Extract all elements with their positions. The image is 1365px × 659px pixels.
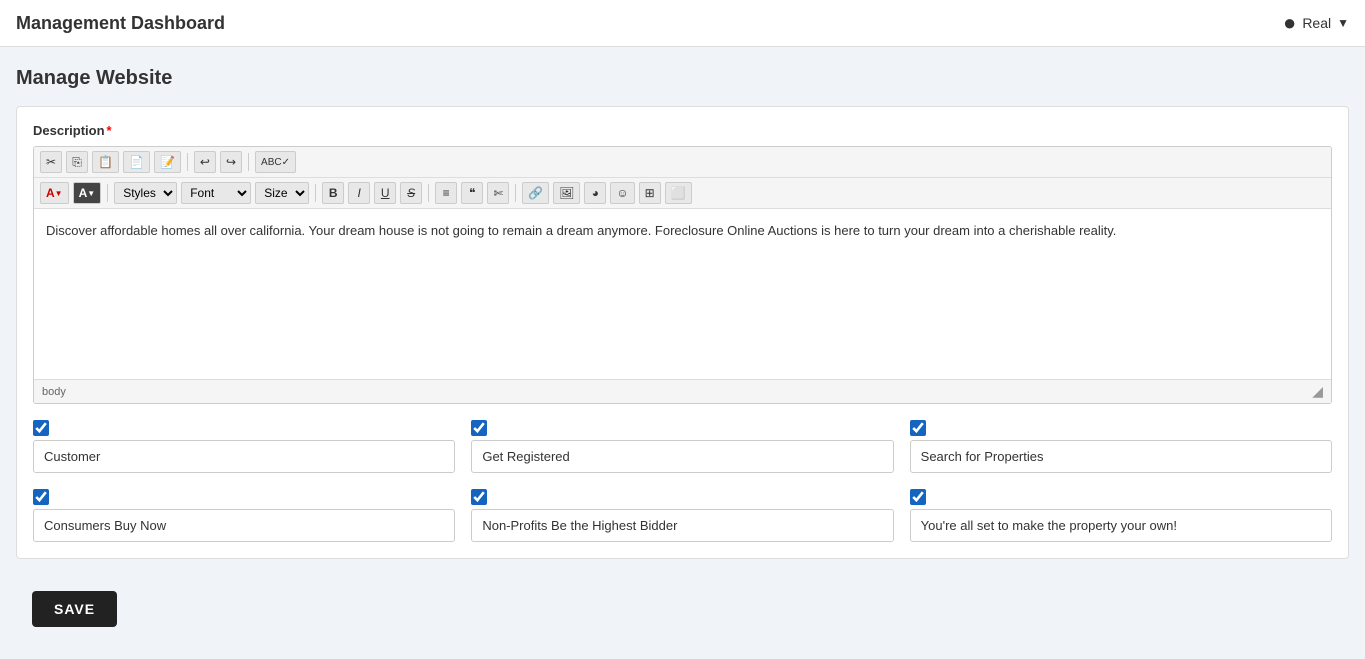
checkbox-row-1 bbox=[33, 420, 455, 436]
editor-toolbar-bottom: A▼ A▼ Styles Font Size B I U S ≡ bbox=[34, 178, 1331, 209]
media-button[interactable]: ◕ bbox=[584, 182, 606, 204]
checkbox-grid: Customer Get Registered Search for Prope… bbox=[33, 420, 1332, 542]
save-button[interactable]: SAVE bbox=[32, 591, 117, 627]
description-label: Description* bbox=[33, 123, 1332, 138]
required-indicator: * bbox=[107, 123, 112, 138]
checkbox-nonprofits[interactable] bbox=[471, 489, 487, 505]
checkbox-item-customer: Customer bbox=[33, 420, 455, 473]
rich-text-editor: ✂ ⎘ 📋 📄 📝 ↩ ↪ ABC✓ A▼ A▼ Styles bbox=[33, 146, 1332, 404]
checkbox-item-get-registered: Get Registered bbox=[471, 420, 893, 473]
editor-toolbar-top: ✂ ⎘ 📋 📄 📝 ↩ ↪ ABC✓ bbox=[34, 147, 1331, 178]
paste-plain-button[interactable]: 📝 bbox=[154, 151, 181, 173]
blockquote-button[interactable]: ❝ bbox=[461, 182, 483, 204]
strike-dollar-button[interactable]: ✄ bbox=[487, 182, 509, 204]
checkbox-row-6 bbox=[910, 489, 1332, 505]
styles-select[interactable]: Styles bbox=[114, 182, 177, 204]
checkbox-row-2 bbox=[471, 420, 893, 436]
checkbox-all-set[interactable] bbox=[910, 489, 926, 505]
editor-footer: body ◢ bbox=[34, 379, 1331, 403]
divider5 bbox=[428, 184, 429, 202]
font-color-button[interactable]: A▼ bbox=[40, 182, 69, 204]
bg-color-button[interactable]: A▼ bbox=[73, 182, 102, 204]
label-all-set: You're all set to make the property your… bbox=[910, 509, 1332, 542]
chevron-down-icon: ▼ bbox=[1337, 16, 1349, 30]
user-menu[interactable]: ● Real ▼ bbox=[1283, 10, 1349, 36]
redo-button[interactable]: ↪ bbox=[220, 151, 242, 173]
checkbox-item-search-properties: Search for Properties bbox=[910, 420, 1332, 473]
bold-button[interactable]: B bbox=[322, 182, 344, 204]
emoji-button[interactable]: ☺ bbox=[610, 182, 634, 204]
label-customer: Customer bbox=[33, 440, 455, 473]
checkbox-customer[interactable] bbox=[33, 420, 49, 436]
user-avatar-icon: ● bbox=[1283, 10, 1296, 36]
strikethrough-button[interactable]: S bbox=[400, 182, 422, 204]
editor-tag-indicator: body bbox=[42, 386, 66, 398]
link-button[interactable]: 🔗 bbox=[522, 182, 549, 204]
font-select[interactable]: Font bbox=[181, 182, 251, 204]
label-get-registered: Get Registered bbox=[471, 440, 893, 473]
checkbox-get-registered[interactable] bbox=[471, 420, 487, 436]
iframe-button[interactable]: ⬜ bbox=[665, 182, 692, 204]
paste-word-button[interactable]: 📄 bbox=[123, 151, 150, 173]
checkbox-item-consumers-buy: Consumers Buy Now bbox=[33, 489, 455, 542]
checkbox-row-5 bbox=[471, 489, 893, 505]
copy-button[interactable]: ⎘ bbox=[66, 151, 88, 173]
label-nonprofits: Non-Profits Be the Highest Bidder bbox=[471, 509, 893, 542]
label-search-properties: Search for Properties bbox=[910, 440, 1332, 473]
divider bbox=[187, 153, 188, 171]
app-title: Management Dashboard bbox=[16, 13, 225, 34]
description-card: Description* ✂ ⎘ 📋 📄 📝 ↩ ↪ ABC✓ A▼ A▼ bbox=[16, 106, 1349, 559]
checkbox-row-3 bbox=[910, 420, 1332, 436]
divider6 bbox=[515, 184, 516, 202]
table-button[interactable]: ⊞ bbox=[639, 182, 661, 204]
page-content: Manage Website Description* ✂ ⎘ 📋 📄 📝 ↩ … bbox=[0, 47, 1365, 659]
paste-button[interactable]: 📋 bbox=[92, 151, 119, 173]
cut-button[interactable]: ✂ bbox=[40, 151, 62, 173]
spellcheck-button[interactable]: ABC✓ bbox=[255, 151, 296, 173]
save-bar: SAVE bbox=[16, 579, 1349, 639]
checkbox-consumers-buy[interactable] bbox=[33, 489, 49, 505]
image-button[interactable]: 🖼 bbox=[553, 182, 580, 204]
unordered-list-button[interactable]: ≡ bbox=[435, 182, 457, 204]
underline-button[interactable]: U bbox=[374, 182, 396, 204]
divider4 bbox=[315, 184, 316, 202]
checkbox-item-all-set: You're all set to make the property your… bbox=[910, 489, 1332, 542]
divider2 bbox=[248, 153, 249, 171]
label-consumers-buy: Consumers Buy Now bbox=[33, 509, 455, 542]
page-title: Manage Website bbox=[16, 67, 1349, 90]
editor-content-area[interactable]: Discover affordable homes all over calif… bbox=[34, 209, 1331, 379]
divider3 bbox=[107, 184, 108, 202]
editor-text: Discover affordable homes all over calif… bbox=[46, 223, 1116, 238]
size-select[interactable]: Size bbox=[255, 182, 309, 204]
italic-button[interactable]: I bbox=[348, 182, 370, 204]
undo-button[interactable]: ↩ bbox=[194, 151, 216, 173]
checkbox-item-nonprofits: Non-Profits Be the Highest Bidder bbox=[471, 489, 893, 542]
checkbox-row-4 bbox=[33, 489, 455, 505]
resize-handle[interactable]: ◢ bbox=[1312, 383, 1323, 400]
username-label: Real bbox=[1302, 15, 1331, 31]
top-bar: Management Dashboard ● Real ▼ bbox=[0, 0, 1365, 47]
checkbox-search-properties[interactable] bbox=[910, 420, 926, 436]
